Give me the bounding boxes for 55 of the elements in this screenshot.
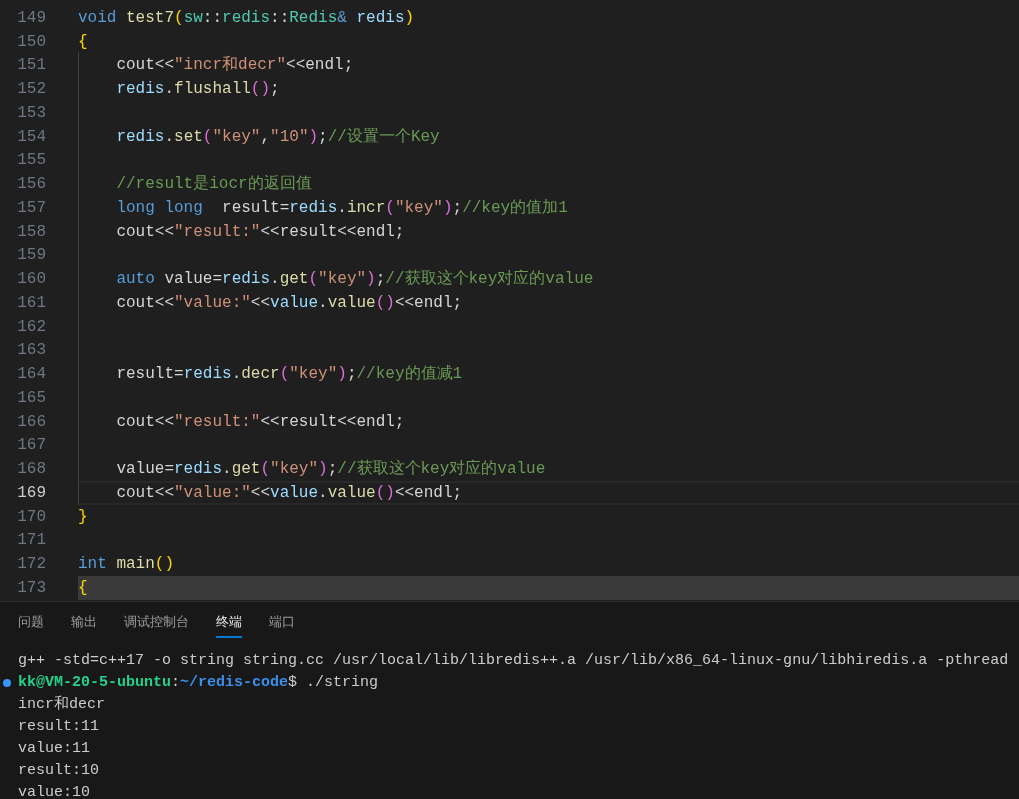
line-number: 157 (16, 197, 46, 219)
code-line: auto value=redis.get("key");//获取这个key对应的value (115, 268, 594, 291)
line-number: 162 (16, 316, 46, 338)
line-number: 164 (16, 364, 46, 386)
terminal-line: value:10 (18, 782, 90, 799)
panel-tab[interactable]: 终端 (216, 602, 242, 638)
panel-tab[interactable]: 端口 (269, 602, 295, 638)
code-line: int main() (78, 554, 175, 576)
code-line: redis.set("key","10");//设置一个Key (115, 126, 440, 148)
code-line: cout<<"result:"<<result<<endl; (115, 411, 405, 433)
code-line: value=redis.get("key");//获取这个key对应的value (115, 458, 546, 481)
terminal-line: kk@VM-20-5-ubuntu:~/redis-code$ ./string (18, 672, 379, 693)
code-line: void test7(sw::redis::Redis& redis) (78, 7, 415, 29)
panel-tab[interactable]: 输出 (71, 602, 97, 638)
code-line: cout<<"value:"<<value.value()<<endl; (115, 292, 463, 314)
code-line: long long result=redis.incr("key");//key的值加1 (115, 197, 568, 219)
panel-tab[interactable]: 问题 (18, 602, 44, 638)
code-line: { (78, 577, 88, 599)
line-number: 163 (16, 340, 46, 362)
code-line: //result是iocr的返回值 (115, 174, 312, 196)
line-number: 165 (16, 387, 46, 409)
line-number: 166 (16, 411, 46, 433)
line-number: 160 (16, 269, 46, 291)
terminal-line: result:11 (18, 716, 99, 737)
line-number: 155 (16, 150, 46, 172)
terminal-line: g++ -std=c++17 -o string string.cc /usr/local/lib/libredis++.a /usr/lib/x86_64-linux-gnu/libhiredis.a -pthread (18, 650, 1009, 671)
line-number: 161 (16, 292, 46, 314)
code-line: } (78, 506, 88, 528)
line-number: 167 (16, 435, 46, 457)
line-number: 156 (16, 174, 46, 196)
line-number: 169 (16, 482, 46, 504)
code-line: cout<<"value:"<<value.value()<<endl; (115, 482, 463, 504)
line-number: 149 (16, 7, 46, 29)
code-line: cout<<"result:"<<result<<endl; (115, 221, 405, 243)
panel-tab[interactable]: 调试控制台 (124, 602, 189, 638)
line-number: 150 (16, 31, 46, 53)
line-number: 171 (16, 530, 46, 552)
line-number: 153 (16, 102, 46, 124)
line-number: 151 (16, 55, 46, 77)
line-number: 173 (16, 577, 46, 599)
line-number: 152 (16, 79, 46, 101)
terminal-line: result:10 (18, 760, 99, 781)
line-number: 154 (16, 126, 46, 148)
line-number: 168 (16, 459, 46, 481)
terminal-line: incr和decr (18, 694, 105, 715)
line-number: 158 (16, 221, 46, 243)
line-number: 159 (16, 245, 46, 267)
code-line: cout<<"incr和decr"<<endl; (115, 55, 354, 77)
line-number: 170 (16, 506, 46, 528)
command-status-icon[interactable] (3, 679, 11, 687)
line-number: 172 (16, 554, 46, 576)
terminal-line: value:11 (18, 738, 90, 759)
code-line: result=redis.decr("key");//key的值减1 (115, 364, 463, 386)
code-line: { (78, 31, 88, 53)
code-line: redis.flushall(); (115, 79, 280, 101)
